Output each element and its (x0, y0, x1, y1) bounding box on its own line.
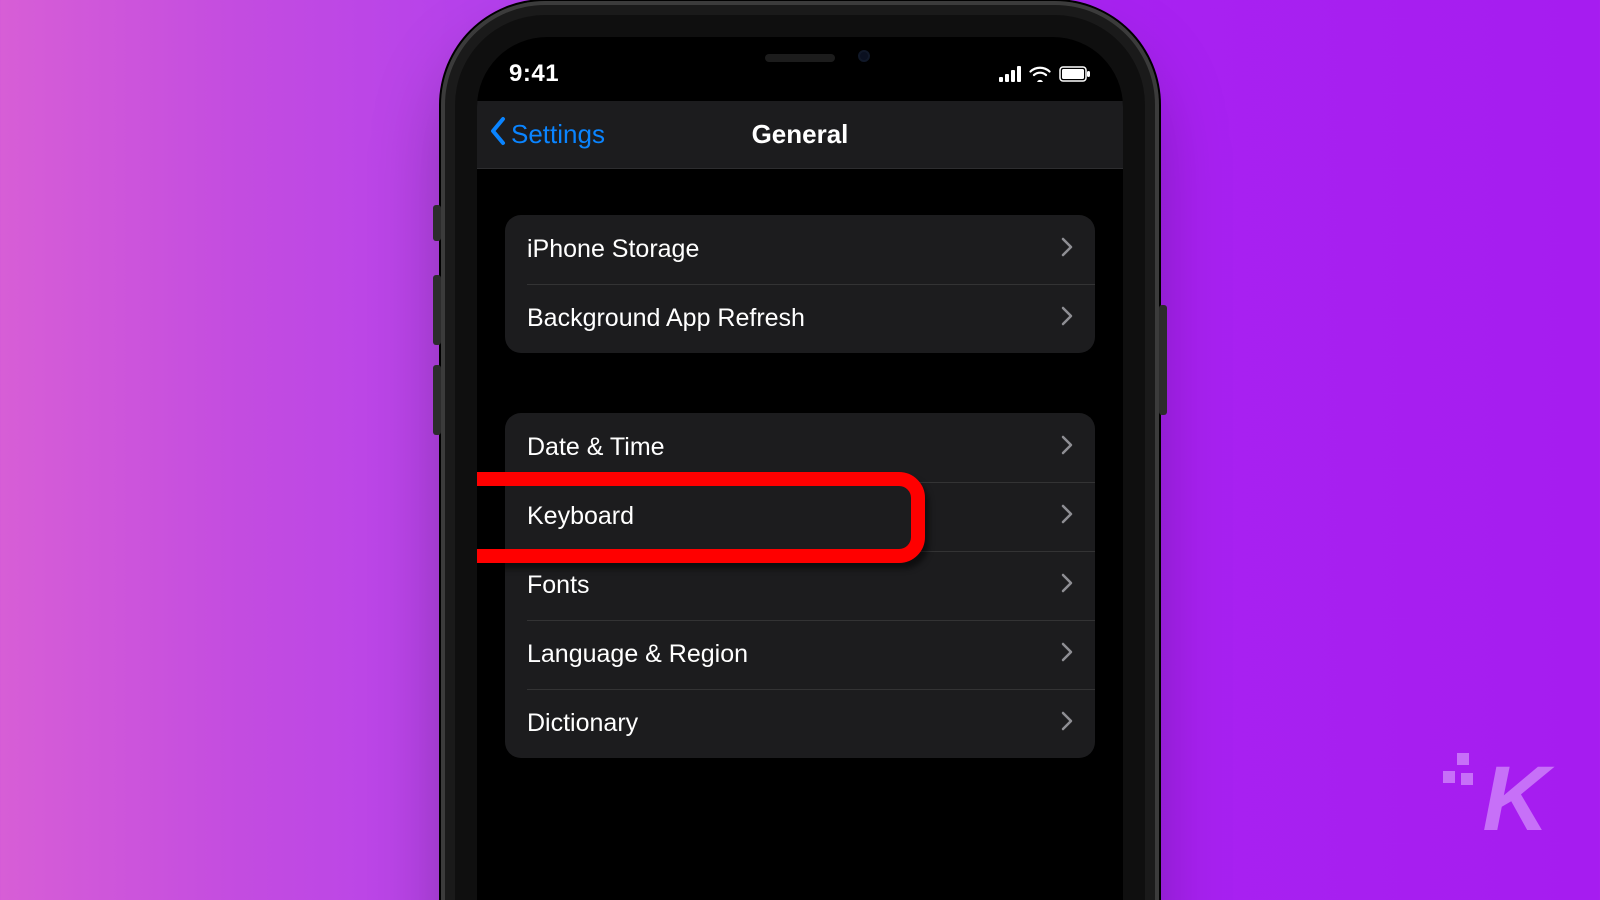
back-button[interactable]: Settings (489, 116, 605, 153)
row-label: Dictionary (527, 709, 638, 738)
row-label: Date & Time (527, 433, 665, 462)
row-background-app-refresh[interactable]: Background App Refresh (505, 284, 1095, 353)
settings-group-2: Date & Time Keyboard Fonts (505, 413, 1095, 758)
chevron-right-icon (1061, 709, 1073, 738)
row-label: Keyboard (527, 502, 634, 531)
mute-switch (433, 205, 441, 241)
notch (670, 37, 930, 79)
row-language-region[interactable]: Language & Region (505, 620, 1095, 689)
row-fonts[interactable]: Fonts (505, 551, 1095, 620)
cellular-icon (999, 66, 1021, 82)
chevron-left-icon (489, 116, 507, 153)
chevron-right-icon (1061, 304, 1073, 333)
row-label: iPhone Storage (527, 235, 699, 264)
chevron-right-icon (1061, 502, 1073, 531)
phone-frame: 9:41 Settings General (455, 15, 1145, 900)
row-label: Background App Refresh (527, 304, 805, 333)
navigation-bar: Settings General (477, 101, 1123, 169)
back-label: Settings (511, 119, 605, 150)
chevron-right-icon (1061, 433, 1073, 462)
volume-down-button (433, 365, 441, 435)
watermark-logo: K (1483, 753, 1545, 845)
chevron-right-icon (1061, 235, 1073, 264)
row-label: Language & Region (527, 640, 748, 669)
row-dictionary[interactable]: Dictionary (505, 689, 1095, 758)
row-iphone-storage[interactable]: iPhone Storage (505, 215, 1095, 284)
status-time: 9:41 (509, 60, 559, 88)
chevron-right-icon (1061, 571, 1073, 600)
battery-icon (1059, 66, 1091, 82)
settings-group-1: iPhone Storage Background App Refresh (505, 215, 1095, 353)
speaker-grille (765, 54, 835, 62)
settings-content: iPhone Storage Background App Refresh Da… (477, 169, 1123, 758)
status-icons (999, 66, 1091, 82)
power-button (1159, 305, 1167, 415)
chevron-right-icon (1061, 640, 1073, 669)
row-keyboard[interactable]: Keyboard (505, 482, 1095, 551)
front-camera (858, 50, 870, 62)
row-label: Fonts (527, 571, 590, 600)
watermark-letter: K (1483, 748, 1545, 850)
row-date-time[interactable]: Date & Time (505, 413, 1095, 482)
volume-up-button (433, 275, 441, 345)
phone-screen: 9:41 Settings General (477, 37, 1123, 900)
wifi-icon (1029, 66, 1051, 82)
